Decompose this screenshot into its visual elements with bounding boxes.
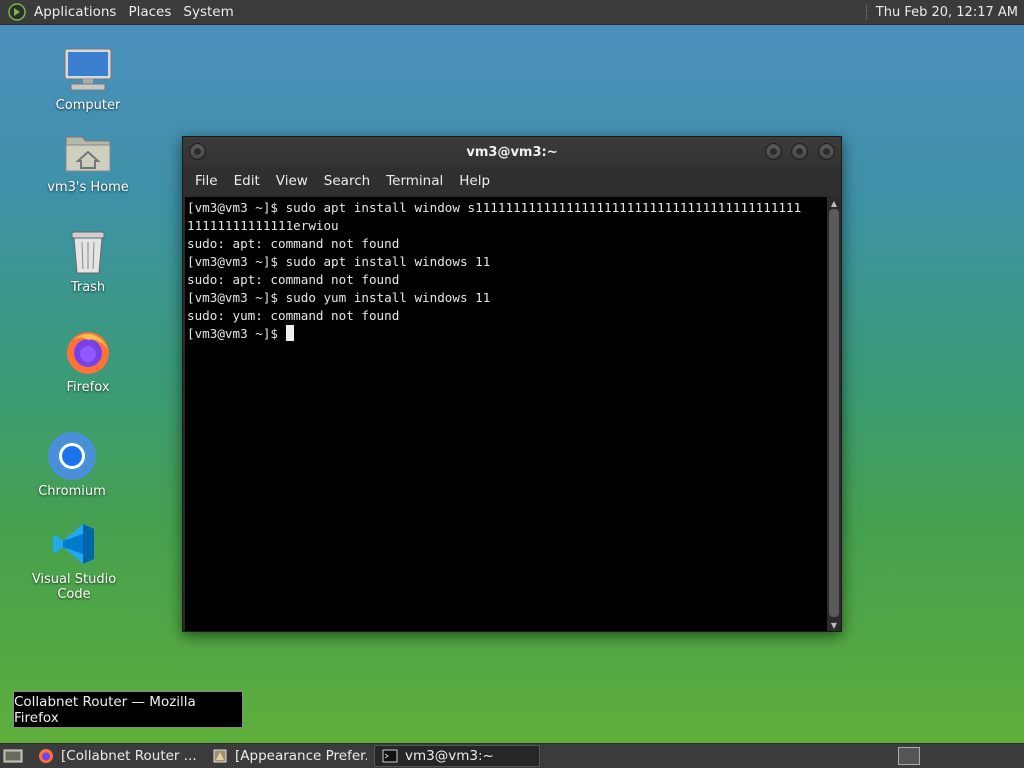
scroll-down-arrow-icon[interactable]: ▼ <box>827 619 841 631</box>
menu-system[interactable]: System <box>177 0 239 25</box>
window-title-bar[interactable]: vm3@vm3:~ <box>183 137 841 167</box>
menu-places[interactable]: Places <box>122 0 177 25</box>
desktop-icon-label: Computer <box>55 98 121 113</box>
appearance-icon <box>211 747 229 765</box>
trash-icon <box>62 226 114 278</box>
desktop-icon-label: Visual Studio Code <box>31 572 117 602</box>
panel-separator <box>865 4 868 20</box>
taskbar-item-label: vm3@vm3:~ <box>405 748 494 764</box>
desktop-icon-home[interactable]: vm3's Home <box>40 126 136 195</box>
menu-help[interactable]: Help <box>451 173 498 189</box>
scroll-up-arrow-icon[interactable]: ▲ <box>827 197 841 209</box>
taskbar-tooltip: Collabnet Router — Mozilla Firefox <box>13 691 243 728</box>
firefox-icon <box>37 747 55 765</box>
desktop-icon-computer[interactable]: Computer <box>48 44 128 113</box>
terminal-line: sudo: yum: command not found <box>187 308 400 323</box>
scroll-thumb[interactable] <box>829 209 839 617</box>
menu-applications[interactable]: Applications <box>28 0 122 25</box>
terminal-line: [vm3@vm3 ~]$ sudo yum install windows 11 <box>187 290 491 305</box>
window-menu-icon[interactable] <box>189 143 206 160</box>
desktop-icon-label: Trash <box>70 280 106 295</box>
vscode-icon <box>48 518 100 570</box>
clock[interactable]: Thu Feb 20, 12:17 AM <box>876 5 1018 20</box>
desktop-icon-firefox[interactable]: Firefox <box>48 326 128 395</box>
chromium-icon <box>46 430 98 482</box>
home-folder-icon <box>62 126 114 178</box>
menu-view[interactable]: View <box>268 173 316 189</box>
desktop-icon-trash[interactable]: Trash <box>48 226 128 295</box>
desktop-icon-label: vm3's Home <box>47 180 129 195</box>
maximize-button[interactable] <box>791 143 808 160</box>
terminal-icon <box>381 747 399 765</box>
top-panel-tray: Thu Feb 20, 12:17 AM <box>865 0 1024 24</box>
show-desktop-icon[interactable] <box>2 746 24 766</box>
top-menu: Applications Places System <box>0 0 240 24</box>
desktop-icon-label: Firefox <box>66 380 110 395</box>
menu-file[interactable]: File <box>187 173 226 189</box>
terminal-prompt: [vm3@vm3 ~]$ <box>187 326 286 341</box>
terminal-line: [vm3@vm3 ~]$ sudo apt install window s11… <box>187 200 802 215</box>
desktop-icon-label: Chromium <box>38 484 106 499</box>
terminal-line: [vm3@vm3 ~]$ sudo apt install windows 11 <box>187 254 491 269</box>
menu-edit[interactable]: Edit <box>226 173 268 189</box>
window-title: vm3@vm3:~ <box>466 144 558 160</box>
text-cursor <box>285 325 294 341</box>
minimize-button[interactable] <box>765 143 782 160</box>
terminal-output[interactable]: [vm3@vm3 ~]$ sudo apt install window s11… <box>185 197 827 631</box>
menu-search[interactable]: Search <box>316 173 378 189</box>
top-panel: Applications Places System Thu Feb 20, 1… <box>0 0 1024 25</box>
close-button[interactable] <box>818 143 835 160</box>
terminal-prompt-line[interactable]: [vm3@vm3 ~]$ <box>187 325 825 343</box>
desktop-icon-vscode[interactable]: Visual Studio Code <box>14 518 134 602</box>
terminal-line: sudo: apt: command not found <box>187 236 400 251</box>
terminal-menu-bar: File Edit View Search Terminal Help <box>183 167 841 195</box>
terminal-line: 11111111111111erwiou <box>187 218 339 233</box>
taskbar-item-firefox[interactable]: [Collabnet Router ... <box>30 745 198 767</box>
terminal-window[interactable]: vm3@vm3:~ File Edit View Search Terminal… <box>182 136 842 632</box>
bottom-panel: [Collabnet Router ... [Appearance Prefer… <box>0 743 1024 768</box>
applications-logo-icon[interactable] <box>8 3 26 21</box>
taskbar-item-appearance[interactable]: [Appearance Prefer... <box>204 745 368 767</box>
taskbar-item-label: [Appearance Prefer... <box>235 748 368 764</box>
desktop-icon-chromium[interactable]: Chromium <box>32 430 112 499</box>
terminal-scrollbar[interactable]: ▲ ▼ <box>827 197 841 631</box>
firefox-icon <box>62 326 114 378</box>
taskbar-item-terminal[interactable]: vm3@vm3:~ <box>374 745 540 767</box>
taskbar-item-label: [Collabnet Router ... <box>61 748 197 764</box>
terminal-line: sudo: apt: command not found <box>187 272 400 287</box>
workspace-switcher[interactable] <box>898 747 920 765</box>
computer-icon <box>62 44 114 96</box>
menu-terminal[interactable]: Terminal <box>378 173 451 189</box>
